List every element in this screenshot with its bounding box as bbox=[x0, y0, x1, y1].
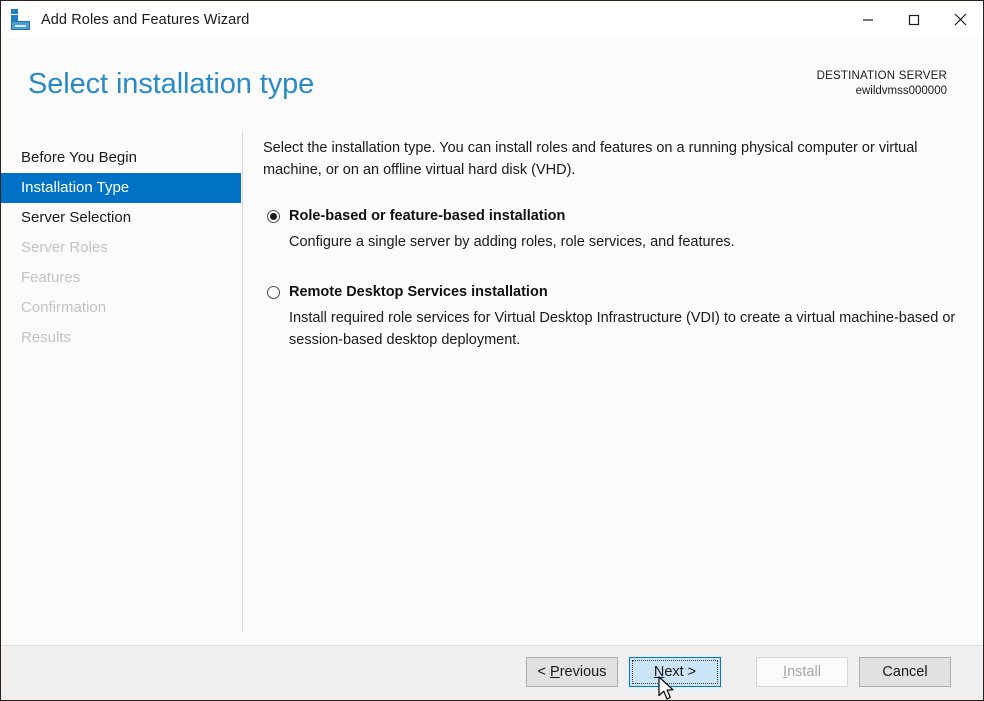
button-row: < Previous Next > Install Cancel bbox=[526, 657, 951, 687]
maximize-icon bbox=[908, 14, 920, 26]
next-button-label: Next > bbox=[654, 664, 696, 680]
next-button[interactable]: Next > bbox=[629, 657, 721, 687]
option-role-based[interactable]: Role-based or feature-based installation… bbox=[263, 207, 963, 253]
vertical-divider bbox=[242, 131, 243, 632]
minimize-icon bbox=[862, 14, 874, 26]
cancel-button-label: Cancel bbox=[882, 664, 927, 680]
sidebar-item-before-you-begin[interactable]: Before You Begin bbox=[1, 143, 241, 173]
destination-server-name: ewildvmss000000 bbox=[817, 84, 947, 99]
sidebar-item-installation-type[interactable]: Installation Type bbox=[1, 173, 241, 203]
intro-text: Select the installation type. You can in… bbox=[263, 137, 953, 181]
option-role-based-description: Configure a single server by adding role… bbox=[289, 231, 981, 253]
server-icon bbox=[10, 9, 32, 31]
sidebar-item-server-selection[interactable]: Server Selection bbox=[1, 203, 241, 233]
window-controls bbox=[845, 1, 983, 38]
wizard-navigation: Before You Begin Installation Type Serve… bbox=[1, 120, 242, 353]
sidebar-item-features: Features bbox=[1, 263, 241, 293]
close-button[interactable] bbox=[937, 1, 983, 38]
option-remote-desktop-services-title: Remote Desktop Services installation bbox=[289, 283, 963, 302]
wizard-body: Before You Begin Installation Type Serve… bbox=[1, 120, 983, 646]
sidebar-item-results: Results bbox=[1, 323, 241, 353]
minimize-button[interactable] bbox=[845, 1, 891, 38]
page-title: Select installation type bbox=[28, 68, 314, 101]
destination-server-label: DESTINATION SERVER bbox=[817, 69, 947, 84]
title-bar[interactable]: Add Roles and Features Wizard bbox=[1, 1, 983, 38]
window-title: Add Roles and Features Wizard bbox=[41, 12, 249, 28]
option-remote-desktop-services[interactable]: Remote Desktop Services installation Ins… bbox=[263, 283, 963, 351]
radio-role-based[interactable] bbox=[267, 210, 280, 223]
radio-remote-desktop-services[interactable] bbox=[267, 286, 280, 299]
option-role-based-title: Role-based or feature-based installation bbox=[289, 207, 963, 226]
previous-button-label: < Previous bbox=[538, 664, 607, 680]
wizard-header: Select installation type DESTINATION SER… bbox=[1, 38, 983, 120]
option-remote-desktop-services-description: Install required role services for Virtu… bbox=[289, 307, 981, 351]
wizard-content: Select the installation type. You can in… bbox=[263, 137, 963, 351]
wizard-footer: < Previous Next > Install Cancel bbox=[1, 645, 983, 700]
sidebar-item-confirmation: Confirmation bbox=[1, 293, 241, 323]
close-icon bbox=[954, 13, 967, 26]
install-button-label: Install bbox=[783, 664, 821, 680]
wizard-window: Add Roles and Features Wizard Selec bbox=[0, 0, 984, 701]
destination-server-block: DESTINATION SERVER ewildvmss000000 bbox=[817, 69, 947, 99]
sidebar-item-server-roles: Server Roles bbox=[1, 233, 241, 263]
install-button: Install bbox=[756, 657, 848, 687]
maximize-button[interactable] bbox=[891, 1, 937, 38]
cancel-button[interactable]: Cancel bbox=[859, 657, 951, 687]
previous-button[interactable]: < Previous bbox=[526, 657, 618, 687]
